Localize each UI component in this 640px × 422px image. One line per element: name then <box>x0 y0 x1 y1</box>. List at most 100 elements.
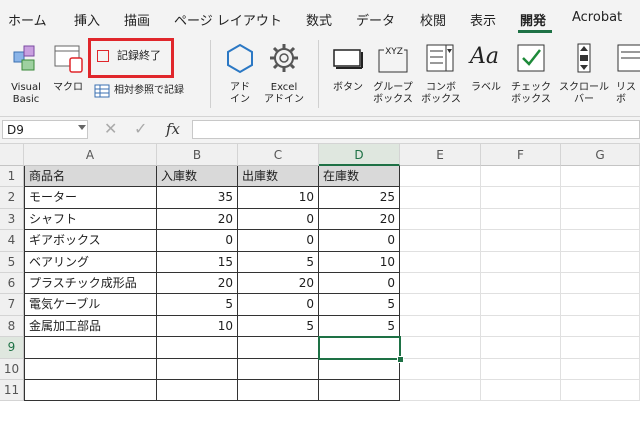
cell-e7[interactable] <box>400 294 481 316</box>
tab-5[interactable]: データ <box>356 10 395 29</box>
column-header-b[interactable]: B <box>157 144 238 166</box>
column-header-d[interactable]: D <box>319 144 400 166</box>
name-box-dropdown-icon[interactable] <box>78 125 86 130</box>
column-header-f[interactable]: F <box>481 144 561 166</box>
cell-f8[interactable] <box>481 315 561 338</box>
cell-d6[interactable]: 0 <box>319 273 400 295</box>
cell-b1[interactable]: 入庫数 <box>157 166 238 188</box>
cell-e8[interactable] <box>400 315 481 338</box>
row-header-3[interactable]: 3 <box>0 208 24 231</box>
cell-e4[interactable] <box>400 230 481 252</box>
cell-b8[interactable]: 10 <box>157 315 238 338</box>
cell-g3[interactable] <box>561 208 640 231</box>
cell-d3[interactable]: 20 <box>319 208 400 231</box>
cell-a5[interactable]: ベアリング <box>24 251 157 273</box>
cell-b7[interactable]: 5 <box>157 294 238 316</box>
cell-d9[interactable] <box>319 337 400 359</box>
tab-8[interactable]: 開発 <box>520 10 546 29</box>
cell-c10[interactable] <box>238 358 319 380</box>
cell-a9[interactable] <box>24 337 157 359</box>
cell-e5[interactable] <box>400 251 481 273</box>
column-header-e[interactable]: E <box>400 144 481 166</box>
cell-f7[interactable] <box>481 294 561 316</box>
cell-b4[interactable]: 0 <box>157 230 238 252</box>
cell-e6[interactable] <box>400 273 481 295</box>
label-control[interactable]: Aa ラベル <box>468 40 504 112</box>
cell-e2[interactable] <box>400 187 481 209</box>
select-all-corner[interactable] <box>0 144 24 166</box>
cell-f1[interactable] <box>481 166 561 188</box>
cell-d4[interactable]: 0 <box>319 230 400 252</box>
cell-c1[interactable]: 出庫数 <box>238 166 319 188</box>
stop-recording-button[interactable]: 記録終了 <box>88 38 174 78</box>
cell-e3[interactable] <box>400 208 481 231</box>
tab-3[interactable]: ページ レイアウト <box>174 10 282 29</box>
cell-a4[interactable]: ギアボックス <box>24 230 157 252</box>
cell-a3[interactable]: シャフト <box>24 208 157 231</box>
visual-basic-button[interactable]: Visual Basic <box>6 40 46 112</box>
row-header-8[interactable]: 8 <box>0 315 24 338</box>
cell-g7[interactable] <box>561 294 640 316</box>
cell-a8[interactable]: 金属加工部品 <box>24 315 157 338</box>
addin-button[interactable]: アド イン <box>220 40 260 112</box>
cell-b6[interactable]: 20 <box>157 273 238 295</box>
scroll-bar-control[interactable]: スクロール バー <box>558 40 610 112</box>
cell-g2[interactable] <box>561 187 640 209</box>
cell-c8[interactable]: 5 <box>238 315 319 338</box>
cell-g6[interactable] <box>561 273 640 295</box>
cell-c5[interactable]: 5 <box>238 251 319 273</box>
row-header-6[interactable]: 6 <box>0 273 24 295</box>
cell-g1[interactable] <box>561 166 640 188</box>
cell-g8[interactable] <box>561 315 640 338</box>
row-header-2[interactable]: 2 <box>0 187 24 209</box>
cell-f6[interactable] <box>481 273 561 295</box>
cell-g5[interactable] <box>561 251 640 273</box>
check-box-control[interactable]: チェック ボックス <box>508 40 554 112</box>
cell-b3[interactable]: 20 <box>157 208 238 231</box>
relative-reference-button[interactable]: 相対参照で記録 <box>94 82 198 100</box>
cell-d11[interactable] <box>319 380 400 402</box>
cell-f2[interactable] <box>481 187 561 209</box>
group-box-control[interactable]: XYZ グループ ボックス <box>370 40 416 112</box>
cell-f10[interactable] <box>481 358 561 380</box>
column-header-c[interactable]: C <box>238 144 319 166</box>
excel-addin-button[interactable]: Excel アドイン <box>262 40 306 112</box>
confirm-check-icon[interactable]: ✓ <box>134 119 147 138</box>
row-header-1[interactable]: 1 <box>0 166 24 188</box>
cell-d8[interactable]: 5 <box>319 315 400 338</box>
insert-function-button[interactable]: fx <box>166 120 180 138</box>
row-header-4[interactable]: 4 <box>0 230 24 252</box>
cell-b11[interactable] <box>157 380 238 402</box>
cell-b9[interactable] <box>157 337 238 359</box>
cell-e10[interactable] <box>400 358 481 380</box>
tab-4[interactable]: 数式 <box>306 10 332 29</box>
cell-c7[interactable]: 0 <box>238 294 319 316</box>
cell-c4[interactable]: 0 <box>238 230 319 252</box>
cell-a2[interactable]: モーター <box>24 187 157 209</box>
cell-d5[interactable]: 10 <box>319 251 400 273</box>
cell-d7[interactable]: 5 <box>319 294 400 316</box>
cell-f4[interactable] <box>481 230 561 252</box>
tab-0[interactable]: ホーム <box>8 10 47 29</box>
cell-c9[interactable] <box>238 337 319 359</box>
column-header-a[interactable]: A <box>24 144 157 166</box>
cell-f3[interactable] <box>481 208 561 231</box>
cell-c2[interactable]: 10 <box>238 187 319 209</box>
cell-b5[interactable]: 15 <box>157 251 238 273</box>
cell-e11[interactable] <box>400 380 481 402</box>
formula-input[interactable] <box>192 120 640 139</box>
list-box-control[interactable]: リス ボ <box>612 40 640 112</box>
cell-a10[interactable] <box>24 358 157 380</box>
row-header-9[interactable]: 9 <box>0 337 24 359</box>
row-header-7[interactable]: 7 <box>0 294 24 316</box>
cell-a11[interactable] <box>24 380 157 402</box>
column-header-g[interactable]: G <box>561 144 640 166</box>
cancel-x-icon[interactable]: ✕ <box>104 119 117 138</box>
cell-g9[interactable] <box>561 337 640 359</box>
cell-a6[interactable]: プラスチック成形品 <box>24 273 157 295</box>
cell-g10[interactable] <box>561 358 640 380</box>
cell-e1[interactable] <box>400 166 481 188</box>
cell-f11[interactable] <box>481 380 561 402</box>
cell-b10[interactable] <box>157 358 238 380</box>
cell-c6[interactable]: 20 <box>238 273 319 295</box>
